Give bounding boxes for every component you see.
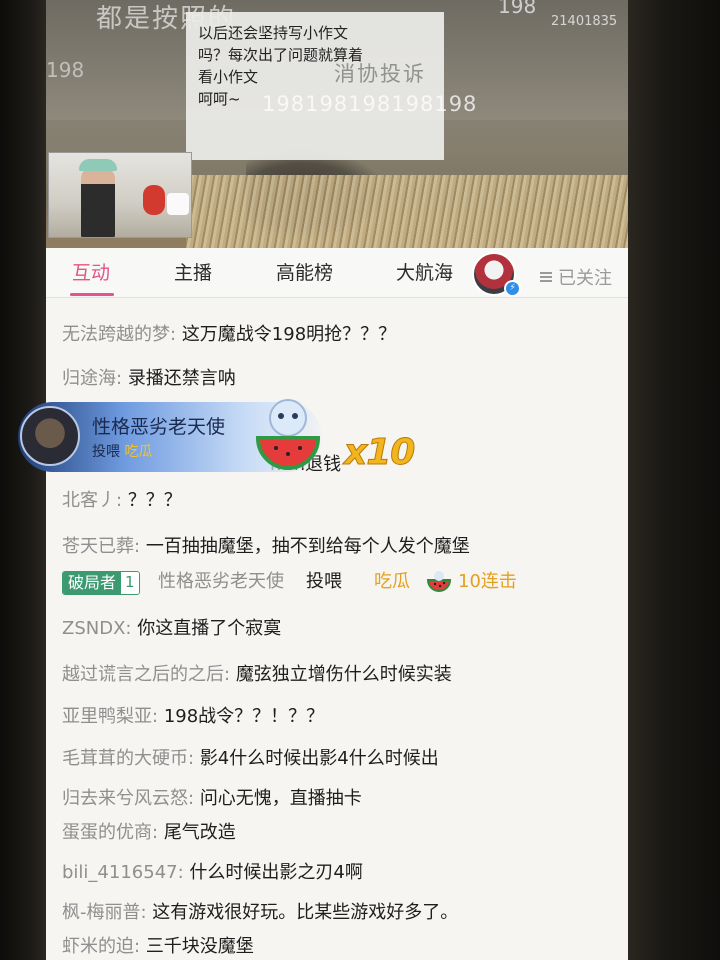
chat-text: 你这直播了个寂寞 [137, 618, 282, 639]
chat-username[interactable]: ZSNDX: [62, 618, 131, 639]
chat-message: bili_4116547: 什么时候出影之刃4啊 [62, 860, 363, 886]
chat-message: 虾米的迫: 三千块没魔堡 [62, 934, 254, 960]
gifter-avatar[interactable] [20, 406, 80, 466]
gift-combo-count: 10连击 [458, 571, 517, 592]
chat-message: 越过谎言之后的之后: 魔弦独立增伤什么时候实装 [62, 662, 452, 688]
chat-username[interactable]: bili_4116547: [62, 862, 184, 883]
chat-username[interactable]: 蛋蛋的优商: [62, 822, 158, 843]
chat-username[interactable]: 北客丿: [62, 490, 122, 511]
chat-text: 这有游戏很好玩。比某些游戏好多了。 [152, 902, 459, 923]
banner-username: 性格恶劣老天使 [92, 416, 226, 438]
chat-message: 归去来兮风云怒: 问心无愧，直播抽卡 [62, 786, 362, 812]
chat-text: 198战令？？！？？ [163, 706, 325, 727]
chat-message: 苍天已葬: 一百抽抽魔堡，抽不到给每个人发个魔堡 [62, 534, 470, 560]
watermelon-mascot-icon [255, 399, 321, 470]
chat-text: 问心无愧，直播抽卡 [199, 788, 362, 809]
chat-text: 影4什么时候出影4什么时候出 [199, 748, 439, 769]
danmaku-chat-list[interactable]: 无法跨越的梦: 这万魔战令198明抢？？？ 归途海: 录播还禁言呐 mm退钱 北… [46, 300, 628, 960]
banner-combo-count: x10 [343, 432, 415, 474]
fan-medal-level: 1 [121, 572, 139, 594]
chat-message: 毛茸茸的大硬币: 影4什么时候出影4什么时候出 [62, 746, 439, 772]
video-overlay-spam-numbers: 198198198198198 [262, 92, 478, 116]
chat-message: 亚里鸭梨亚: 198战令？？！？？ [62, 704, 324, 730]
chat-text: 魔弦独立增伤什么时候实装 [235, 664, 452, 685]
phone-screen: 都是按照的 198 198 21401835 以后还会坚持写小作文 吗？每次出了… [46, 0, 628, 960]
chat-message: 北客丿: ？？？ [62, 488, 182, 514]
gift-name: 吃瓜 [374, 571, 410, 592]
streamer-webcam [48, 152, 192, 238]
white-cube-figure [167, 193, 189, 215]
chat-message: 枫-梅丽普: 这有游戏很好玩。比某些游戏好多了。 [62, 900, 458, 926]
tab-anchor[interactable]: 主播 [174, 258, 212, 285]
chat-text: 这万魔战令198明抢？？？ [181, 324, 397, 345]
notice-line: 以后还会坚持写小作文 [198, 24, 349, 42]
gift-action: 投喂 [306, 571, 342, 592]
chat-text: 三千块没魔堡 [145, 936, 254, 957]
chat-message: 蛋蛋的优商: 尾气改造 [62, 820, 236, 846]
red-doll-figure [143, 185, 165, 215]
chat-text: 什么时候出影之刃4啊 [189, 862, 363, 883]
fan-medal[interactable]: 破局者 1 [62, 571, 140, 595]
chat-username[interactable]: 虾米的迫: [62, 936, 140, 957]
chat-username[interactable]: 归去来兮风云怒: [62, 788, 194, 809]
chat-username[interactable]: 归途海: [62, 368, 122, 389]
room-uid: 21401835 [551, 14, 618, 29]
chat-username[interactable]: 苍天已葬: [62, 536, 140, 557]
lightning-icon: ⚡ [504, 280, 521, 297]
banner-action: 投喂 [92, 444, 120, 460]
tab-interaction[interactable]: 互动 [72, 258, 110, 285]
chat-message: 归途海: 录播还禁言呐 [62, 366, 236, 392]
tab-high-energy[interactable]: 高能榜 [276, 258, 333, 285]
photo-bezel-right [628, 0, 720, 960]
photo-bezel-left [0, 0, 46, 960]
chat-text: 一百抽抽魔堡，抽不到给每个人发个魔堡 [145, 536, 470, 557]
chat-username[interactable]: 毛茸茸的大硬币: [62, 748, 194, 769]
streamer-figure [81, 165, 115, 237]
tab-guard[interactable]: 大航海 [396, 258, 453, 285]
video-overlay-number: 198 [46, 58, 85, 82]
chat-username[interactable]: 越过谎言之后的之后: [62, 664, 230, 685]
video-overlay-number-top: 198 [498, 0, 537, 18]
gift-username[interactable]: 性格恶劣老天使 [158, 569, 284, 595]
room-tab-bar: 互动 主播 高能榜 大航海 ⚡ 已关注 [46, 248, 628, 298]
video-background-grass [186, 175, 628, 248]
watermelon-icon [426, 571, 452, 592]
followed-button[interactable]: 已关注 [558, 264, 612, 290]
active-tab-indicator [70, 293, 114, 296]
chat-username[interactable]: 无法跨越的梦: [62, 324, 176, 345]
chat-username[interactable]: 亚里鸭梨亚: [62, 706, 158, 727]
banner-gift-name: 吃瓜 [124, 444, 153, 460]
chat-message: ZSNDX: 你这直播了个寂寞 [62, 616, 281, 642]
chat-text: 尾气改造 [163, 822, 236, 843]
fan-medal-name: 破局者 [63, 572, 122, 594]
chat-message: 无法跨越的梦: 这万魔战令198明抢？？？ [62, 322, 396, 348]
chat-username[interactable]: 枫-梅丽普: [62, 902, 147, 923]
menu-lines-icon [540, 272, 552, 282]
live-video-player[interactable]: 都是按照的 198 198 21401835 以后还会坚持写小作文 吗？每次出了… [46, 0, 628, 248]
streamer-cap [79, 159, 117, 171]
banner-action-line: 投喂 吃瓜 [92, 441, 152, 461]
chat-text: ？？？ [127, 490, 182, 511]
video-overlay-complaint: 消协投诉 [334, 62, 426, 86]
chat-text: 录播还禁言呐 [127, 368, 236, 389]
